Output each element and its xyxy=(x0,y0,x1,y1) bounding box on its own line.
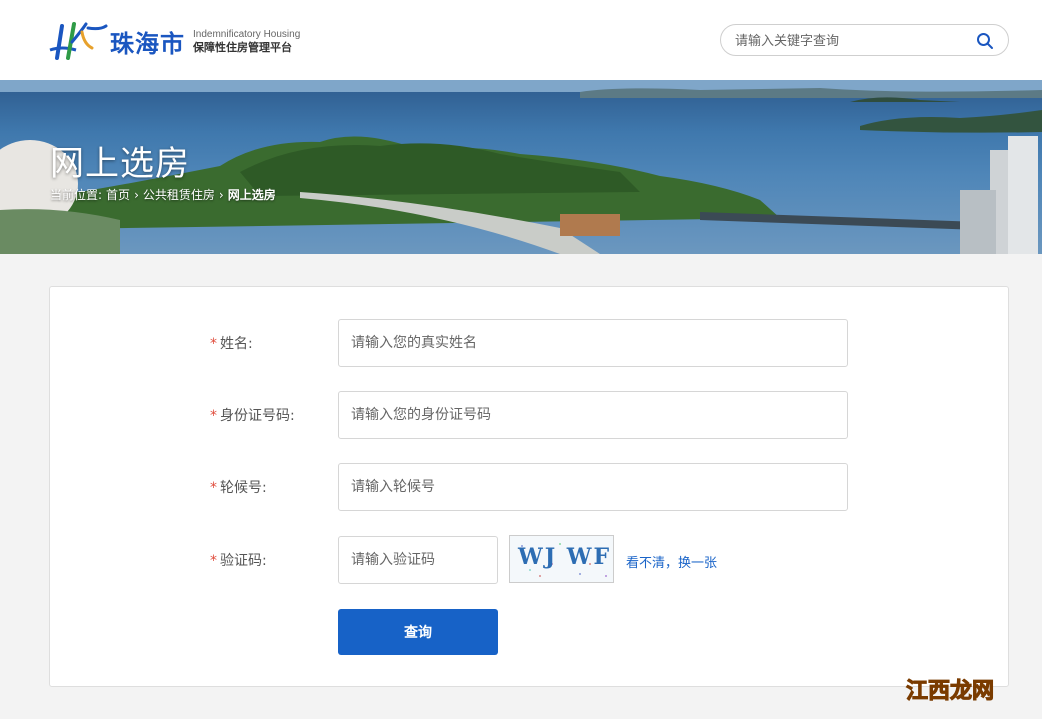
breadcrumb-separator: › xyxy=(134,187,139,202)
page-title: 网上选房 xyxy=(50,144,190,184)
logo-subtitle-cn: 保障性住房管理平台 xyxy=(193,41,292,54)
required-mark: * xyxy=(210,553,217,569)
logo-subtitle: Indemnificatory Housing 保障性住房管理平台 xyxy=(193,28,300,54)
captcha-text: WJ WF xyxy=(518,544,612,570)
required-mark: * xyxy=(210,480,217,496)
id-number-input[interactable] xyxy=(338,391,848,439)
form-row-queue: * 轮候号: xyxy=(50,463,1010,511)
queue-number-label: * 轮候号: xyxy=(210,480,267,496)
query-button[interactable]: 查询 xyxy=(338,609,498,655)
logo-subtitle-en: Indemnificatory Housing xyxy=(193,29,301,40)
query-form-card: *姓名: *身份证号码: *轮候号: *验证码: WJ WF 看不清，换一张 查… xyxy=(49,286,1009,687)
breadcrumb-separator: › xyxy=(218,187,224,202)
site-watermark: 江西 龙网 xyxy=(905,673,995,705)
breadcrumb-public-rental[interactable]: 公共租赁住房 xyxy=(143,186,215,203)
captcha-label: * 验证码: xyxy=(210,553,267,569)
name-label: * 姓名: xyxy=(210,336,253,352)
required-mark: * xyxy=(210,408,217,424)
queue-number-input[interactable] xyxy=(338,463,848,511)
page-banner: 网上选房 当前位置: 首页 › 公共租赁住房 › 网上选房 xyxy=(0,80,1042,254)
name-input[interactable] xyxy=(338,319,848,367)
logo-mark-icon xyxy=(49,22,108,60)
breadcrumb-current: 网上选房 xyxy=(227,188,276,202)
id-number-label: * 身份证号码: xyxy=(210,408,295,424)
required-mark: * xyxy=(210,336,217,352)
header-search xyxy=(720,24,1009,56)
search-icon[interactable] xyxy=(976,32,994,50)
site-header: 珠海市 Indemnificatory Housing 保障性住房管理平台 xyxy=(0,0,1042,80)
site-logo[interactable]: 珠海市 Indemnificatory Housing 保障性住房管理平台 xyxy=(48,20,300,62)
watermark-part2: 龙网 xyxy=(950,679,995,705)
form-row-captcha: *验证码: WJ WF 看不清，换一张 xyxy=(50,535,1010,584)
form-row-name: * 姓名: xyxy=(50,319,1010,367)
watermark-part1: 江西 xyxy=(905,679,951,705)
form-row-id: * 身份证号码: xyxy=(50,391,1010,439)
captcha-image[interactable]: WJ WF xyxy=(509,535,614,583)
breadcrumb: 当前位置: 首页 › 公共租赁住房 › 网上选房 xyxy=(50,186,276,203)
logo-city-name: 珠海市 xyxy=(110,29,185,58)
search-input[interactable] xyxy=(735,31,965,51)
breadcrumb-home[interactable]: 首页 xyxy=(106,186,130,203)
breadcrumb-prefix: 当前位置: xyxy=(50,188,103,202)
refresh-captcha-link[interactable]: 看不清，换一张 xyxy=(626,552,717,571)
captcha-input[interactable] xyxy=(338,536,498,584)
